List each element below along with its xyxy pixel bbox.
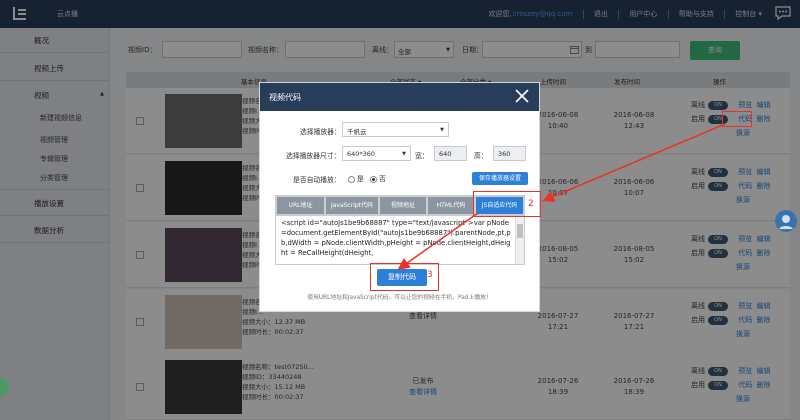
size-label: 选择播放器尺寸： [286, 152, 341, 160]
size-select-value: 640*360 [347, 150, 376, 158]
tab-url[interactable]: URL地址 [277, 197, 324, 214]
annotation-number-2: 2 [528, 199, 534, 209]
save-player-settings-button[interactable]: 保存播放器设置 [472, 172, 528, 185]
code-text: <script id="autoJs1be9b68887" type="text… [281, 219, 511, 257]
player-select[interactable]: 千帆云 ▼ [342, 122, 449, 137]
player-label: 选择播放器： [300, 128, 341, 136]
autoplay-yes-label: 是 [357, 175, 364, 183]
autoplay-label: 是否自动播放： [293, 176, 341, 184]
height-label: 高： [474, 152, 488, 160]
autoplay-no-radio[interactable] [369, 175, 377, 183]
annotation-number-3: 3 [427, 270, 433, 280]
width-input[interactable]: 640 [434, 146, 467, 161]
tab-html[interactable]: HTML代码 [428, 197, 474, 214]
code-textarea[interactable]: <script id="autoJs1be9b68887" type="text… [275, 215, 525, 265]
autoplay-options: 是 否 [344, 173, 386, 183]
tab-javascript[interactable]: JavaScript代码 [326, 197, 378, 214]
autoplay-no-label: 否 [378, 175, 386, 183]
width-label: 宽： [415, 152, 429, 160]
annotation-highlight-code-link [722, 111, 752, 127]
autoplay-yes-radio[interactable] [348, 175, 355, 183]
tab-video-address[interactable]: 视频地址 [380, 197, 426, 214]
close-icon[interactable] [514, 88, 530, 104]
player-select-value: 千帆云 [347, 128, 367, 136]
size-select[interactable]: 640*360 ▼ [342, 146, 411, 161]
modal-note: 使用URL地址和JavaScript代码，可以让您的视频在手机、Pad上播放！ [307, 295, 492, 301]
chevron-down-icon: ▼ [440, 127, 444, 133]
scrollbar[interactable] [515, 216, 524, 264]
scrollbar-thumb[interactable] [517, 224, 523, 238]
height-input[interactable]: 360 [493, 146, 526, 161]
chevron-down-icon: ▼ [402, 151, 406, 157]
modal-title: 视频代码 [269, 93, 301, 102]
modal-header: 视频代码 [260, 83, 539, 111]
